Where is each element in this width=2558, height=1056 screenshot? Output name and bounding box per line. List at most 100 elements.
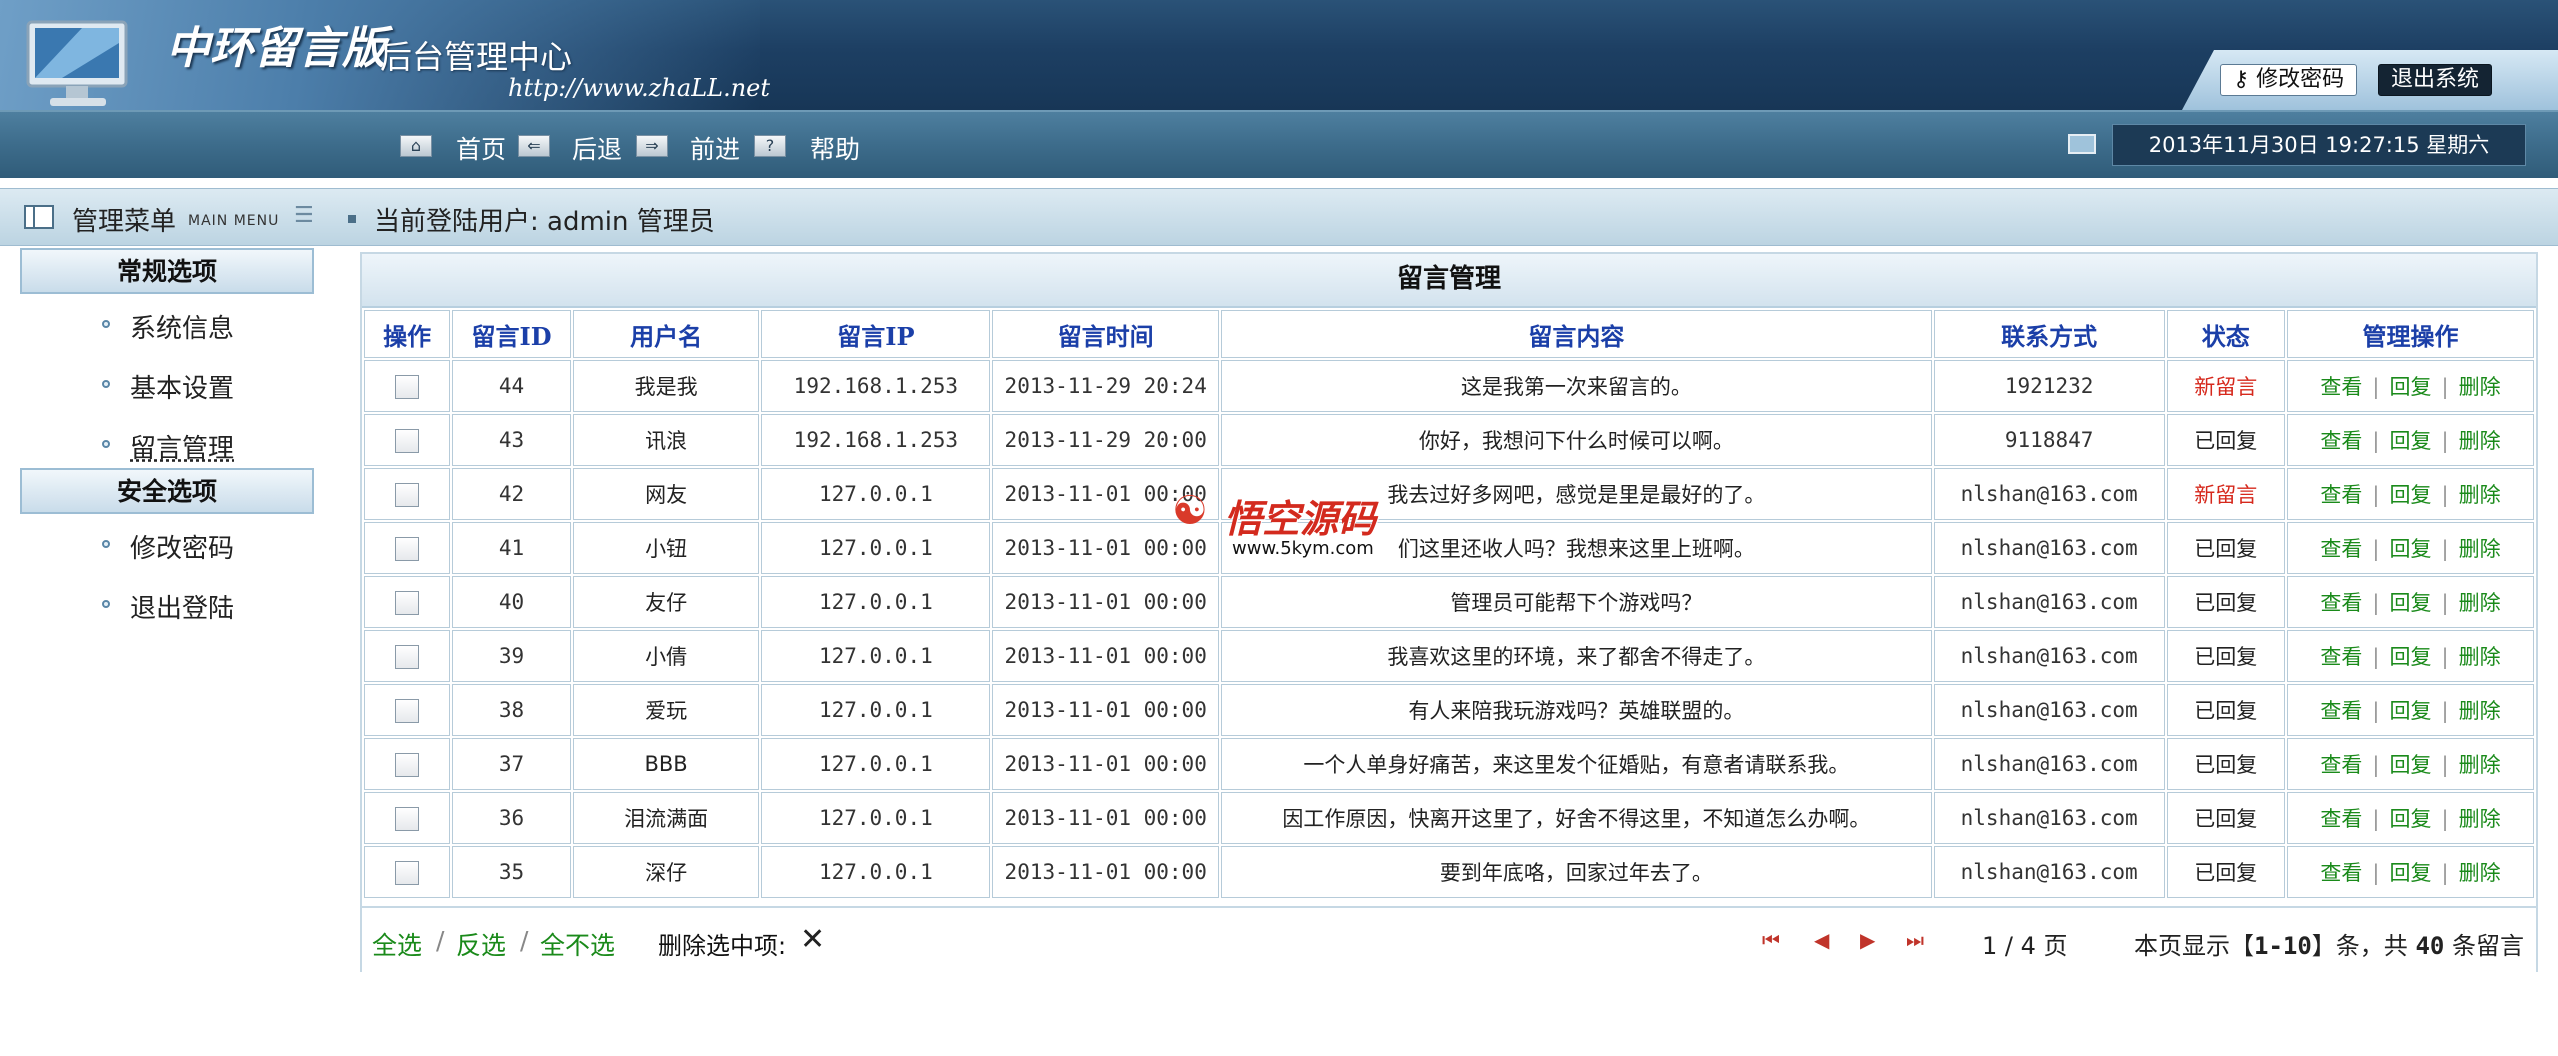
row-checkbox[interactable]	[395, 860, 420, 885]
sidebar: 常规选项 系统信息 基本设置 留言管理 安全选项 修改密码 退出登陆	[20, 248, 314, 634]
username-cell: 泪流满面	[572, 792, 760, 844]
row-checkbox[interactable]	[395, 806, 420, 831]
view-link[interactable]: 查看	[2320, 537, 2362, 561]
nav-home[interactable]: 首页	[456, 130, 506, 166]
view-link[interactable]: 查看	[2320, 375, 2362, 399]
last-page-icon[interactable]: ⏭	[1906, 928, 1924, 952]
reply-link[interactable]: 回复	[2390, 537, 2432, 561]
delete-link[interactable]: 删除	[2459, 753, 2501, 777]
delete-link[interactable]: 删除	[2459, 861, 2501, 885]
view-link[interactable]: 查看	[2320, 861, 2362, 885]
row-checkbox[interactable]	[395, 482, 420, 507]
sidebar-group-general[interactable]: 常规选项	[20, 248, 314, 294]
content-cell: 因工作原因，快离开这里了，好舍不得这里，不知道怎么办啊。	[1221, 792, 1932, 844]
view-link[interactable]: 查看	[2320, 483, 2362, 507]
view-link[interactable]: 查看	[2320, 429, 2362, 453]
sidebar-item-change-password[interactable]: 修改密码	[20, 514, 314, 574]
first-page-icon[interactable]: ⏮	[1762, 928, 1780, 952]
view-link[interactable]: 查看	[2320, 591, 2362, 615]
reply-link[interactable]: 回复	[2390, 591, 2432, 615]
delete-link[interactable]: 删除	[2459, 645, 2501, 669]
select-all-link[interactable]: 全选	[372, 926, 422, 962]
nav-forward[interactable]: 前进	[690, 130, 740, 166]
prev-page-icon[interactable]: ◀	[1814, 928, 1829, 952]
separator: |	[2441, 861, 2449, 885]
view-link[interactable]: 查看	[2320, 807, 2362, 831]
next-page-icon[interactable]: ▶	[1860, 928, 1875, 952]
delete-link[interactable]: 删除	[2459, 699, 2501, 723]
sidebar-item-label: 修改密码	[130, 534, 235, 564]
column-header: 留言ID	[452, 310, 571, 358]
screen-icon	[2068, 134, 2096, 154]
delete-link[interactable]: 删除	[2459, 807, 2501, 831]
forward-arrow-icon[interactable]: ⇒	[636, 135, 668, 157]
menu-toggle-icon[interactable]	[24, 205, 54, 229]
contact-cell: nlshan@163.com	[1933, 684, 2165, 736]
row-checkbox[interactable]	[395, 644, 420, 669]
actions-cell: 查看 | 回复 | 删除	[2287, 576, 2534, 628]
row-checkbox[interactable]	[395, 752, 420, 777]
watermark-text: 悟空源码	[1224, 496, 1377, 541]
reply-link[interactable]: 回复	[2390, 753, 2432, 777]
watermark-url: www.5kym.com	[1232, 538, 1374, 559]
panel-title: 留言管理	[362, 254, 2536, 308]
content-cell: 要到年底咯，回家过年去了。	[1221, 846, 1932, 898]
row-checkbox[interactable]	[395, 536, 420, 561]
view-link[interactable]: 查看	[2320, 699, 2362, 723]
column-header: 用户名	[572, 310, 760, 358]
select-none-link[interactable]: 全不选	[540, 926, 615, 962]
row-checkbox[interactable]	[395, 374, 420, 399]
message-id-cell: 42	[452, 468, 571, 520]
main-panel: 留言管理 操作 留言ID 用户名 留言IP 留言时间 留言内容 联系方式 状态 …	[360, 252, 2538, 972]
back-arrow-icon[interactable]: ⇐	[518, 135, 550, 157]
sidebar-item-logout[interactable]: 退出登陆	[20, 574, 314, 634]
sidebar-item-system-info[interactable]: 系统信息	[20, 294, 314, 354]
collapse-lines-icon[interactable]: ☰	[294, 203, 314, 228]
home-icon[interactable]: ⌂	[400, 135, 432, 157]
reply-link[interactable]: 回复	[2390, 375, 2432, 399]
delete-x-icon[interactable]: ✕	[800, 922, 825, 957]
row-checkbox[interactable]	[395, 428, 420, 453]
separator: |	[2372, 591, 2380, 615]
row-checkbox-cell	[364, 684, 451, 736]
delete-link[interactable]: 删除	[2459, 591, 2501, 615]
table-row: 35 深仔 127.0.0.1 2013-11-01 00:00 要到年底咯，回家过年去…	[364, 846, 2534, 898]
current-user-label: 当前登陆用户: admin 管理员	[374, 207, 715, 237]
reply-link[interactable]: 回复	[2390, 807, 2432, 831]
delete-link[interactable]: 删除	[2459, 537, 2501, 561]
nav-back[interactable]: 后退	[572, 130, 622, 166]
message-id-cell: 41	[452, 522, 571, 574]
delete-link[interactable]: 删除	[2459, 483, 2501, 507]
ip-cell: 127.0.0.1	[761, 630, 991, 682]
time-cell: 2013-11-01 00:00	[992, 792, 1220, 844]
sidebar-group-security[interactable]: 安全选项	[20, 468, 314, 514]
delete-selected-label: 删除选中项:	[658, 932, 787, 960]
message-id-cell: 44	[452, 360, 571, 412]
separator: |	[2372, 699, 2380, 723]
sidebar-item-label: 留言管理	[130, 434, 235, 464]
view-link[interactable]: 查看	[2320, 645, 2362, 669]
delete-link[interactable]: 删除	[2459, 429, 2501, 453]
logout-button[interactable]: 退出系统	[2378, 64, 2493, 96]
separator: /	[436, 926, 445, 955]
help-icon[interactable]: ?	[754, 135, 786, 157]
reply-link[interactable]: 回复	[2390, 483, 2432, 507]
sidebar-item-basic-settings[interactable]: 基本设置	[20, 354, 314, 414]
reply-link[interactable]: 回复	[2390, 699, 2432, 723]
reply-link[interactable]: 回复	[2390, 429, 2432, 453]
actions-cell: 查看 | 回复 | 删除	[2287, 630, 2534, 682]
sidebar-item-message-management[interactable]: 留言管理	[20, 414, 314, 474]
nav-help[interactable]: 帮助	[810, 130, 860, 166]
invert-selection-link[interactable]: 反选	[456, 926, 506, 962]
change-password-button[interactable]: ⚷ 修改密码	[2220, 64, 2358, 96]
delete-link[interactable]: 删除	[2459, 375, 2501, 399]
view-link[interactable]: 查看	[2320, 753, 2362, 777]
row-checkbox[interactable]	[395, 698, 420, 723]
separator: |	[2441, 645, 2449, 669]
reply-link[interactable]: 回复	[2390, 645, 2432, 669]
username-cell: 讯浪	[572, 414, 760, 466]
username-cell: 深仔	[572, 846, 760, 898]
reply-link[interactable]: 回复	[2390, 861, 2432, 885]
ip-cell: 127.0.0.1	[761, 684, 991, 736]
row-checkbox[interactable]	[395, 590, 420, 615]
